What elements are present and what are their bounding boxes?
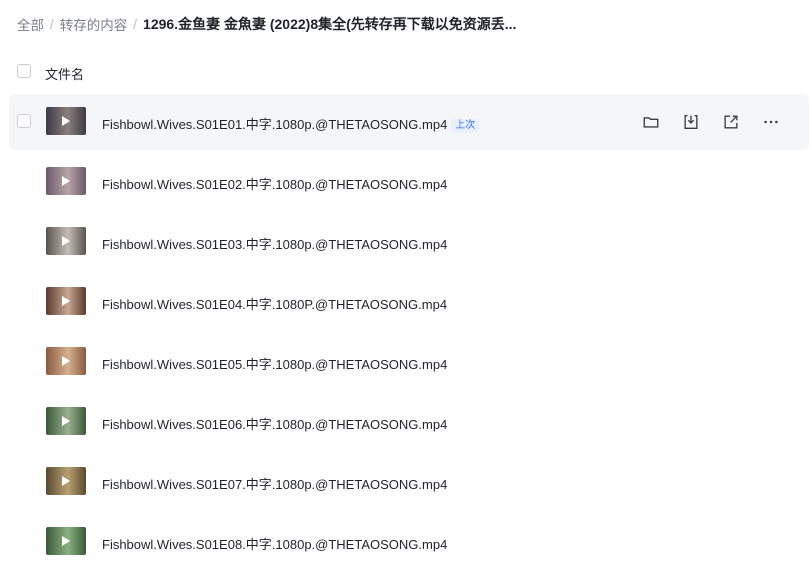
play-icon [62,176,70,186]
share-icon [722,113,740,131]
file-name[interactable]: Fishbowl.Wives.S01E04.中字.1080P.@THETAOSO… [102,294,447,313]
download-button[interactable] [681,112,701,132]
breadcrumb-separator: / [133,16,138,32]
file-name-text: Fishbowl.Wives.S01E01.中字.1080p.@THETAOSO… [102,117,448,132]
video-thumbnail [46,347,86,375]
video-thumbnail [46,467,86,495]
file-name-text: Fishbowl.Wives.S01E02.中字.1080p.@THETAOSO… [102,177,448,192]
file-row[interactable]: Fishbowl.Wives.S01E05.中字.1080p.@THETAOSO… [9,334,809,394]
play-icon [62,296,70,306]
file-name-text: Fishbowl.Wives.S01E03.中字.1080p.@THETAOSO… [102,237,448,252]
play-icon [62,476,70,486]
file-name-text: Fishbowl.Wives.S01E07.中字.1080p.@THETAOSO… [102,477,448,492]
select-all-checkbox[interactable] [17,64,31,78]
play-icon [62,416,70,426]
file-list: Fishbowl.Wives.S01E01.中字.1080p.@THETAOSO… [9,94,809,574]
file-row[interactable]: Fishbowl.Wives.S01E03.中字.1080p.@THETAOSO… [9,214,809,274]
file-name-text: Fishbowl.Wives.S01E05.中字.1080p.@THETAOSO… [102,357,448,372]
file-name-text: Fishbowl.Wives.S01E04.中字.1080P.@THETAOSO… [102,297,448,312]
file-name[interactable]: Fishbowl.Wives.S01E02.中字.1080p.@THETAOSO… [102,174,447,193]
file-row[interactable]: Fishbowl.Wives.S01E07.中字.1080p.@THETAOSO… [9,454,809,514]
more-button[interactable] [761,112,781,132]
file-row[interactable]: Fishbowl.Wives.S01E01.中字.1080p.@THETAOSO… [9,94,809,150]
share-button[interactable] [721,112,741,132]
row-actions [641,112,801,132]
more-icon [762,113,780,131]
breadcrumb-item-all[interactable]: 全部 [17,14,44,34]
file-name[interactable]: Fishbowl.Wives.S01E05.中字.1080p.@THETAOSO… [102,354,447,373]
file-name[interactable]: Fishbowl.Wives.S01E08.中字.1080p.@THETAOSO… [102,534,447,553]
file-row[interactable]: Fishbowl.Wives.S01E08.中字.1080p.@THETAOSO… [9,514,809,574]
file-name-text: Fishbowl.Wives.S01E06.中字.1080p.@THETAOSO… [102,417,448,432]
row-checkbox[interactable] [17,114,31,128]
file-row[interactable]: Fishbowl.Wives.S01E02.中字.1080p.@THETAOSO… [9,154,809,214]
file-name[interactable]: Fishbowl.Wives.S01E06.中字.1080p.@THETAOSO… [102,414,447,433]
play-icon [62,536,70,546]
column-header-name[interactable]: 文件名 [45,64,84,83]
file-name[interactable]: Fishbowl.Wives.S01E01.中字.1080p.@THETAOSO… [102,114,480,133]
file-name-text: Fishbowl.Wives.S01E08.中字.1080p.@THETAOSO… [102,537,448,552]
file-name[interactable]: Fishbowl.Wives.S01E03.中字.1080p.@THETAOSO… [102,234,447,253]
video-thumbnail [46,407,86,435]
last-viewed-badge: 上次 [451,119,480,133]
video-thumbnail [46,287,86,315]
download-icon [682,113,700,131]
file-row[interactable]: Fishbowl.Wives.S01E06.中字.1080p.@THETAOSO… [9,394,809,454]
play-icon [62,356,70,366]
open-folder-button[interactable] [641,112,661,132]
breadcrumb-separator: / [50,16,54,32]
breadcrumb-current-folder: 1296.金鱼妻 金魚妻 (2022)8集全(先转存再下载以免资源丢... [143,16,517,32]
breadcrumb-item-saved[interactable]: 转存的内容 [60,14,128,34]
video-thumbnail [46,107,86,135]
video-thumbnail [46,527,86,555]
folder-icon [642,113,660,131]
play-icon [62,116,70,126]
play-icon [62,236,70,246]
file-row[interactable]: Fishbowl.Wives.S01E04.中字.1080P.@THETAOSO… [9,274,809,334]
video-thumbnail [46,227,86,255]
breadcrumb: 全部 / 转存的内容 / 1296.金鱼妻 金魚妻 (2022)8集全(先转存再… [17,14,516,34]
file-name[interactable]: Fishbowl.Wives.S01E07.中字.1080p.@THETAOSO… [102,474,447,493]
video-thumbnail [46,167,86,195]
table-header: 文件名 [0,60,809,84]
